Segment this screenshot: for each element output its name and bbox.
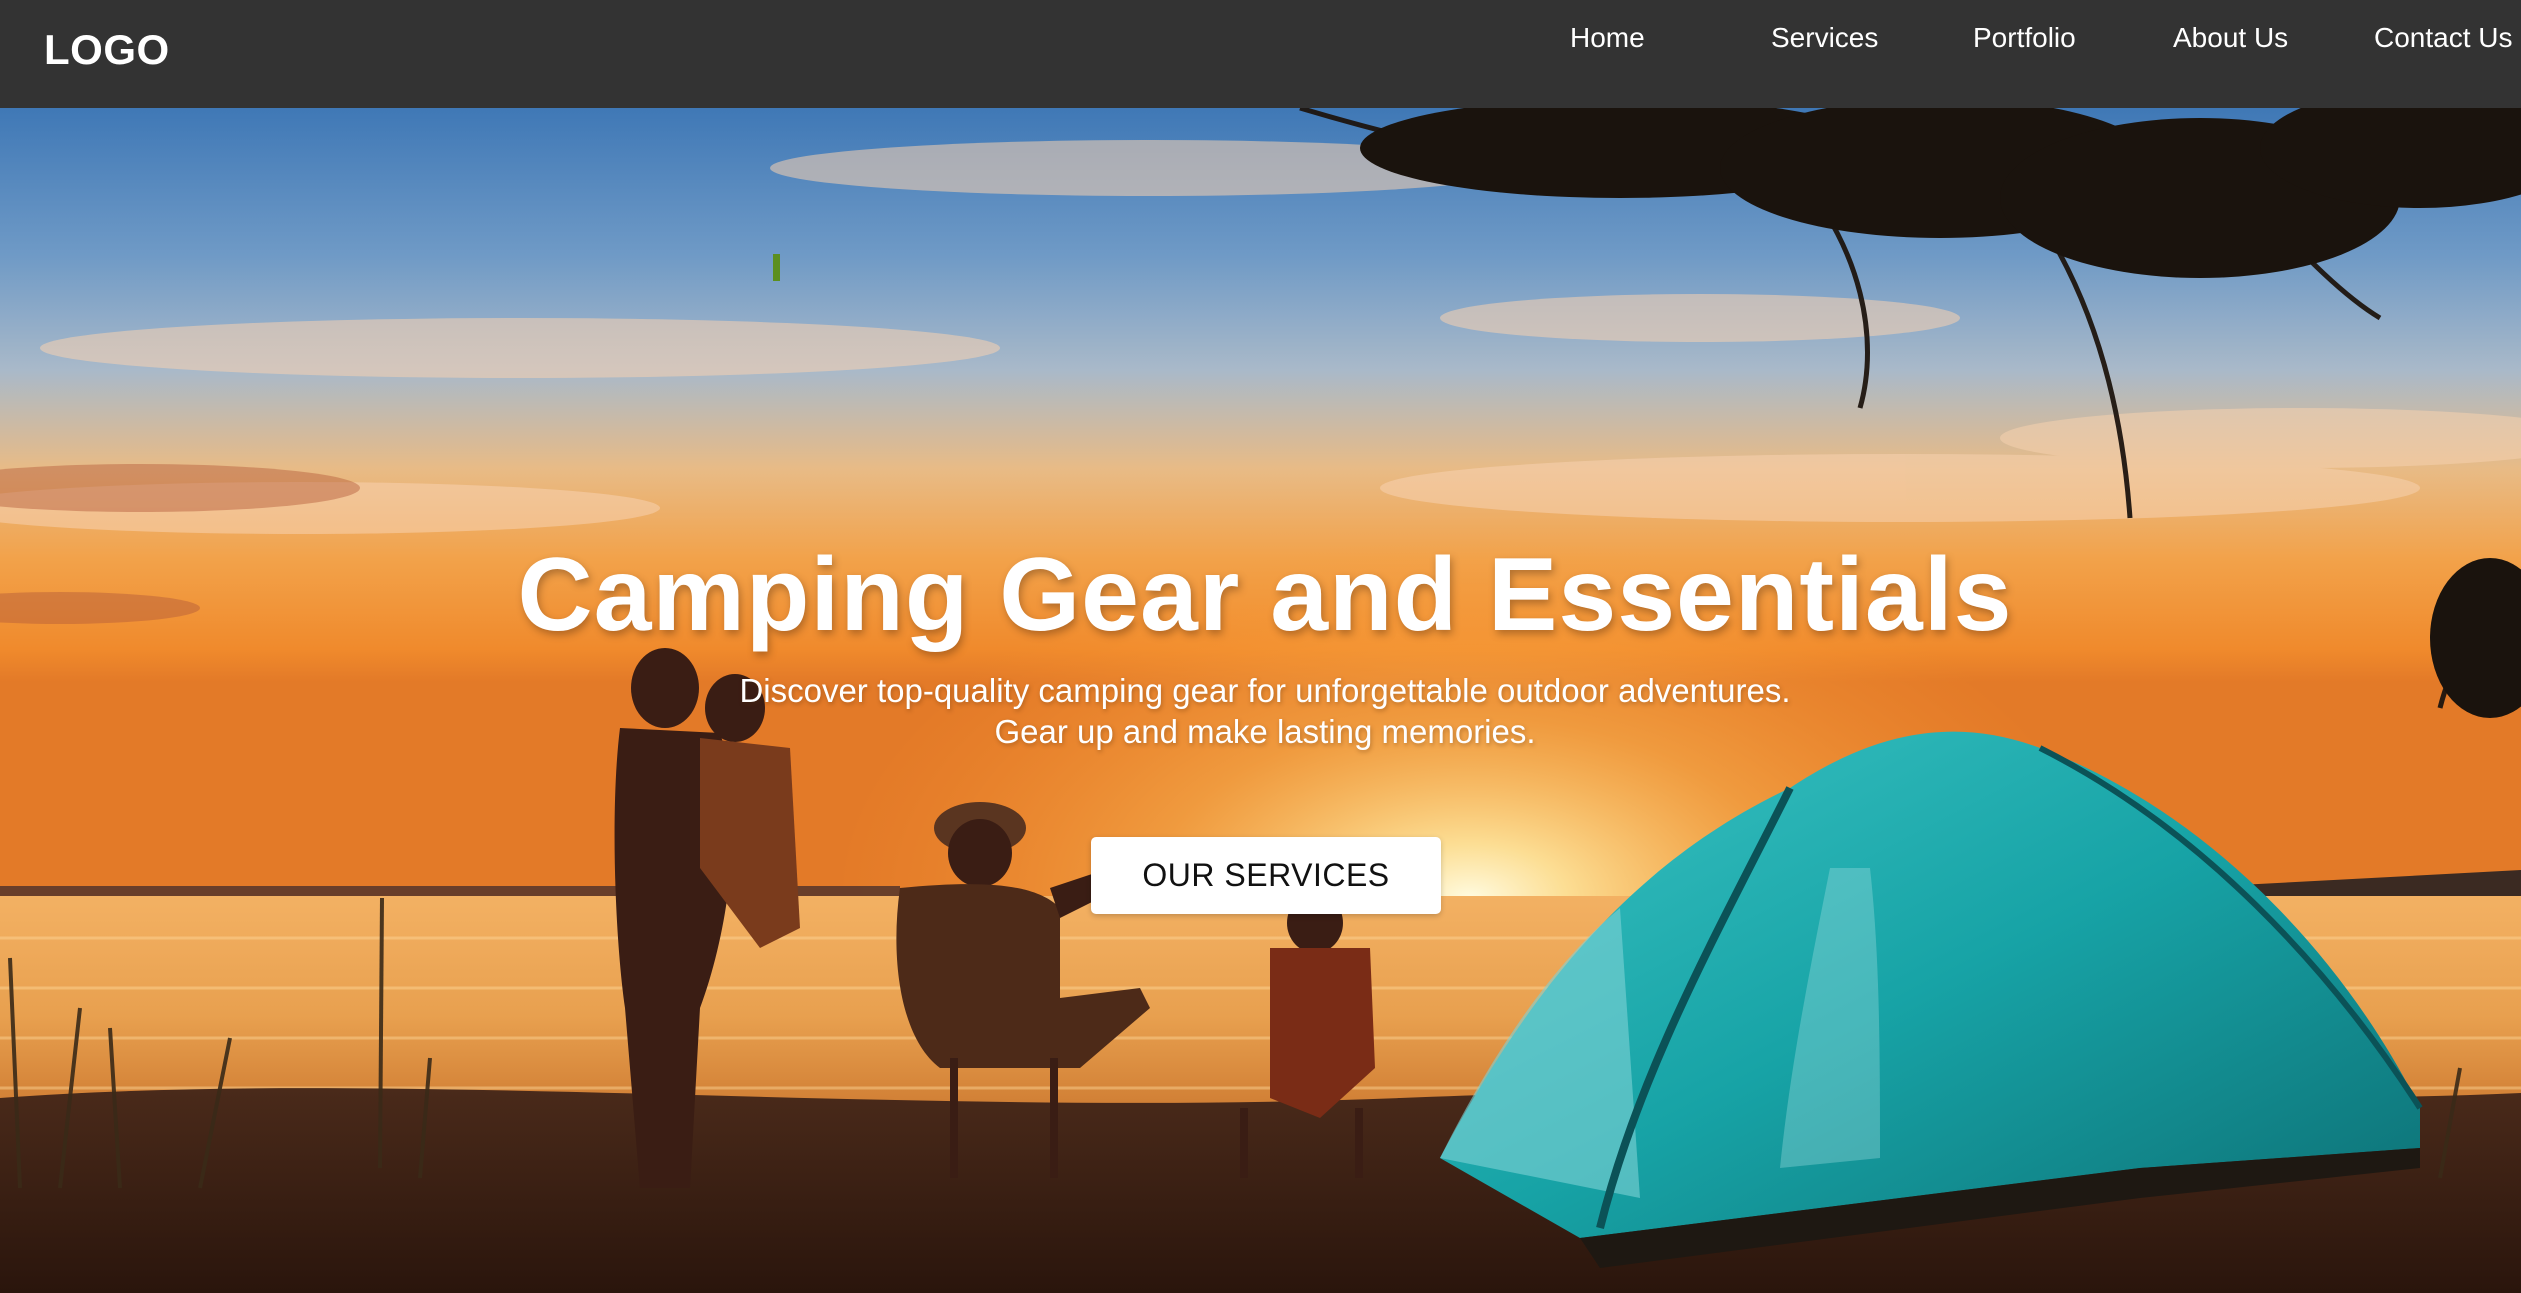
nav-link-contact-us[interactable]: Contact Us: [2374, 22, 2513, 54]
nav-link-portfolio[interactable]: Portfolio: [1973, 22, 2076, 54]
hero-section: Camping Gear and Essentials Discover top…: [0, 108, 2521, 1293]
site-header: LOGO Home Services Portfolio About Us Co…: [0, 0, 2521, 108]
hero-subtitle: Discover top-quality camping gear for un…: [0, 670, 2521, 752]
text-cursor-indicator: [773, 254, 780, 281]
hero-subtitle-line-2: Gear up and make lasting memories.: [994, 713, 1536, 750]
hero-subtitle-line-1: Discover top-quality camping gear for un…: [739, 672, 1791, 709]
nav-link-about-us[interactable]: About Us: [2173, 22, 2288, 54]
site-logo[interactable]: LOGO: [44, 26, 170, 74]
hero-title: Camping Gear and Essentials: [517, 537, 2013, 653]
our-services-button[interactable]: OUR SERVICES: [1091, 837, 1441, 914]
nav-link-services[interactable]: Services: [1771, 22, 1878, 54]
nav-link-home[interactable]: Home: [1570, 22, 1645, 54]
